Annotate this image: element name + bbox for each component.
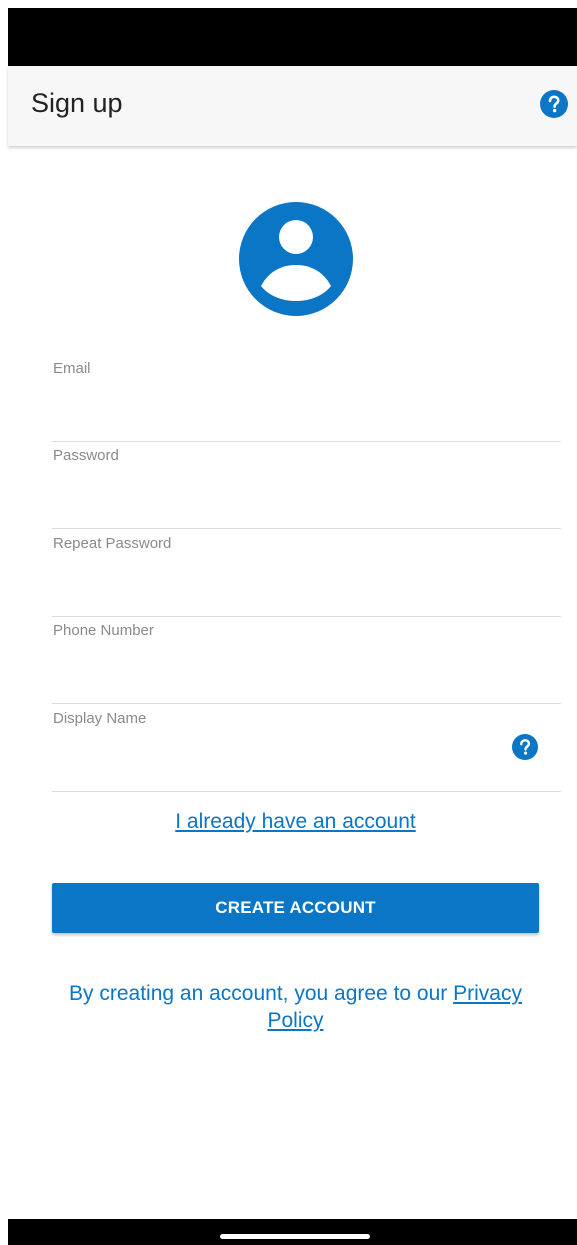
privacy-notice: By creating an account, you agree to our…: [40, 980, 551, 1034]
repeat-password-field[interactable]: Repeat Password: [52, 529, 561, 617]
help-icon[interactable]: [540, 90, 568, 118]
home-indicator[interactable]: [220, 1234, 370, 1239]
display-name-input[interactable]: [52, 734, 492, 784]
email-label: Email: [53, 360, 91, 377]
avatar-icon: [239, 202, 353, 316]
phone-number-field[interactable]: Phone Number: [52, 616, 561, 704]
password-input[interactable]: [52, 471, 561, 521]
sign-up-screen: Sign up Email Password Repeat Password P…: [0, 0, 577, 1245]
navigation-bar: [8, 1219, 577, 1245]
create-account-button[interactable]: CREATE ACCOUNT: [52, 883, 539, 933]
app-bar: Sign up: [8, 66, 577, 146]
already-have-account-link[interactable]: I already have an account: [0, 810, 577, 834]
display-name-help-icon[interactable]: [512, 734, 538, 760]
display-name-label: Display Name: [53, 710, 147, 727]
phone-number-input[interactable]: [52, 646, 561, 696]
repeat-password-label: Repeat Password: [53, 535, 172, 552]
password-label: Password: [53, 447, 119, 464]
email-field[interactable]: Email: [52, 354, 561, 442]
privacy-notice-text: By creating an account, you agree to our: [69, 982, 454, 1005]
page-title: Sign up: [31, 88, 123, 118]
status-bar: [8, 8, 577, 66]
password-field[interactable]: Password: [52, 441, 561, 529]
email-input[interactable]: [52, 384, 561, 434]
repeat-password-input[interactable]: [52, 559, 561, 609]
phone-number-label: Phone Number: [53, 622, 154, 639]
display-name-field[interactable]: Display Name: [52, 704, 561, 792]
